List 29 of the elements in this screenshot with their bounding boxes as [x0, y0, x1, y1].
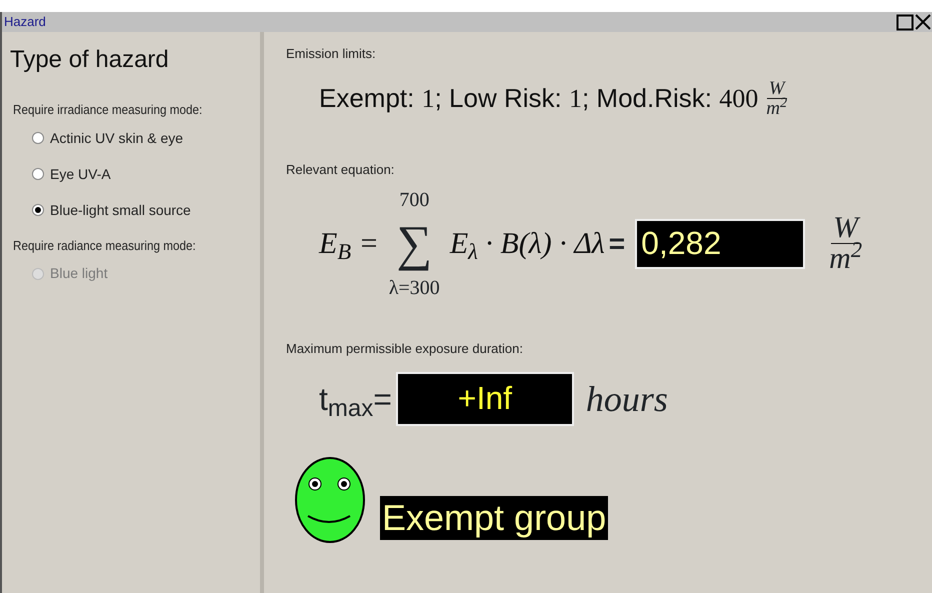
sum-upper-limit: 700 — [399, 188, 430, 213]
radio-dot[interactable] — [32, 168, 44, 180]
duration-symbol: t$_{max}$= — [319, 380, 392, 423]
result-label: Exempt group — [380, 496, 608, 540]
radio-dot[interactable] — [32, 204, 44, 216]
unit-fraction: W m$^{2}$ — [766, 79, 788, 118]
radio-option[interactable]: Eye UV-A — [32, 164, 111, 184]
equation-term: E$_{λ}$ · B(λ) · Δλ — [450, 226, 605, 266]
window-title: Hazard — [4, 13, 46, 32]
group-label: Require radiance measuring mode: — [13, 236, 197, 255]
section-label: Maximum permissible exposure duration: — [286, 340, 524, 358]
unit-label: hours — [586, 378, 668, 421]
equals-sign: = — [608, 226, 626, 261]
emission-limits: Exempt: 1; Low Risk: 1; Mod.Risk: 400 — [319, 82, 758, 115]
result-value-field: 0,282 — [635, 218, 806, 269]
panel-title: Type of hazard — [10, 45, 170, 75]
close-button[interactable] — [914, 13, 932, 31]
radio-option[interactable]: Actinic UV skin & eye — [32, 128, 184, 148]
unit-fraction: W m$^{2}$ — [829, 213, 862, 274]
radio-option[interactable]: Blue-light small source — [32, 200, 191, 220]
sum-symbol: ∑ — [396, 215, 432, 272]
maximize-button[interactable] — [896, 13, 914, 31]
group-label: Require irradiance measuring mode: — [13, 101, 204, 119]
equation-term: E$_{B}$ = — [319, 226, 379, 266]
duration-value-field: +Inf — [396, 372, 574, 426]
sum-lower-limit: λ=300 — [388, 276, 440, 300]
section-label: Relevant equation: — [286, 160, 396, 179]
radio-dot[interactable] — [32, 132, 44, 144]
section-label: Emission limits: — [286, 45, 377, 63]
